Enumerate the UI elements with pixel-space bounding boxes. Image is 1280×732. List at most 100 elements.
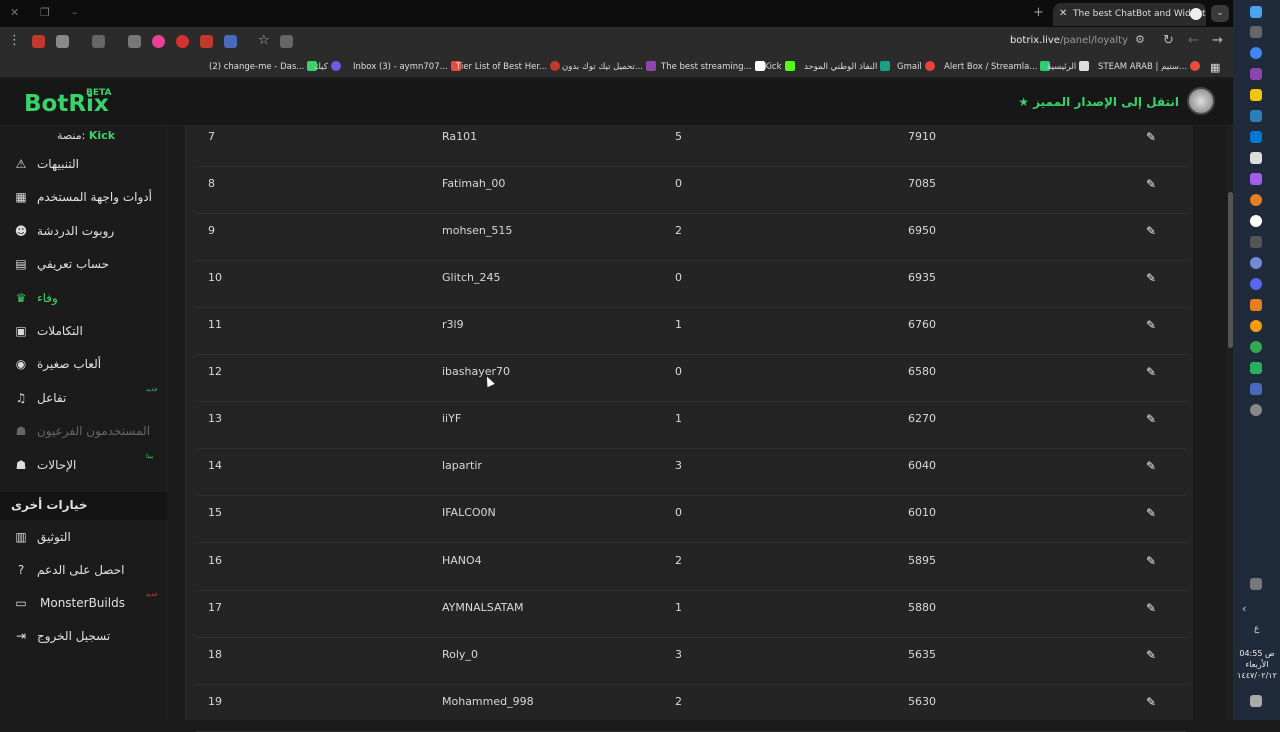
app-icon[interactable]	[1250, 299, 1262, 311]
edit-icon[interactable]: ✎	[1146, 695, 1156, 709]
app-icon[interactable]	[1250, 236, 1262, 248]
table-row: 8 Fatimah_00 0 7085 ✎	[196, 167, 1186, 214]
edit-icon[interactable]: ✎	[1146, 648, 1156, 662]
sidebar-item-minigames[interactable]: ◉ ألعاب صغيرة	[0, 350, 167, 380]
app-icon[interactable]	[1250, 404, 1262, 416]
chrome-icon[interactable]	[1250, 341, 1262, 353]
edit-icon[interactable]: ✎	[1146, 412, 1156, 426]
app-icon[interactable]	[1250, 320, 1262, 332]
bookmark-item[interactable]: (2) change-me - Das...	[209, 61, 318, 72]
extension-icon[interactable]	[176, 35, 189, 48]
back-icon[interactable]: →	[1212, 33, 1223, 48]
minimize-icon[interactable]: –	[72, 6, 78, 19]
reader-mode-icon[interactable]	[280, 35, 293, 48]
bookmark-item[interactable]: Tier List of Best Her...	[456, 61, 561, 72]
app-icon[interactable]	[1250, 68, 1262, 80]
app-header: BotRix BETA ★ انتقل إلى الإصدار المميز	[0, 79, 1233, 126]
extensions-puzzle-icon[interactable]	[128, 35, 141, 48]
sidebar-item-logout[interactable]: ⇥ تسجيل الخروج	[0, 622, 167, 652]
windows-start-icon[interactable]	[1250, 6, 1262, 18]
platform-indicator: منصة: Kick	[57, 129, 116, 142]
bookmark-star-icon[interactable]: ☆	[258, 33, 270, 48]
bookmark-item[interactable]: STEAM ARAB | ستيم...	[1098, 61, 1201, 72]
bookmark-item[interactable]: Kick	[764, 61, 795, 72]
url-field[interactable]: botrix.live/panel/loyalty	[1010, 35, 1128, 46]
system-clock[interactable]: 04:55 ص الأربعاء ١٤٤٧/٠٢/١٢	[1236, 648, 1278, 681]
sidebar-item-loyalty[interactable]: ♛ وفاء	[0, 284, 167, 314]
new-tab-button[interactable]: +	[1033, 5, 1044, 20]
site-settings-icon[interactable]: ⚙	[1135, 33, 1145, 46]
all-bookmarks-icon[interactable]: ▦	[1210, 61, 1220, 74]
extension-icon[interactable]	[152, 35, 165, 48]
table-row: 9 mohsen_515 2 6950 ✎	[196, 214, 1186, 261]
bookmark-item[interactable]: Inbox (3) - aymn707...	[353, 61, 461, 72]
bookmark-item[interactable]: Gmail	[897, 61, 935, 72]
sidebar-item-profile[interactable]: ▤ حساب تعريفي	[0, 250, 167, 280]
outlook-icon[interactable]	[1250, 131, 1262, 143]
reload-icon[interactable]: ↻	[1163, 33, 1174, 48]
bookmark-item[interactable]: Alert Box / Streamla...	[944, 61, 1051, 72]
edit-icon[interactable]: ✎	[1146, 318, 1156, 332]
edit-icon[interactable]: ✎	[1146, 177, 1156, 191]
edit-icon[interactable]: ✎	[1146, 554, 1156, 568]
steam-icon[interactable]	[1250, 383, 1262, 395]
sidebar-item-subusers[interactable]: ☗ المستخدمون الفرعيون	[0, 417, 167, 447]
user-avatar[interactable]	[1187, 87, 1215, 115]
edit-icon[interactable]: ✎	[1146, 130, 1156, 144]
sidebar-item-docs[interactable]: ▥ التوثيق	[0, 523, 167, 553]
discord-icon[interactable]	[1250, 257, 1262, 269]
sidebar-item-referrals[interactable]: ☗ الإحالات بيتا	[0, 451, 167, 481]
widgets-icon[interactable]	[1250, 578, 1262, 590]
edit-icon[interactable]: ✎	[1146, 459, 1156, 473]
extension-icon[interactable]	[56, 35, 69, 48]
app-icon[interactable]	[1250, 152, 1262, 164]
edit-icon[interactable]: ✎	[1146, 365, 1156, 379]
sidebar-item-interaction[interactable]: ♫ تفاعل جديد	[0, 384, 167, 414]
edit-icon[interactable]: ✎	[1146, 601, 1156, 615]
app-icon[interactable]	[1250, 194, 1262, 206]
sidebar-item-monsterbuilds[interactable]: ▭ MonsterBuilds جديد	[0, 589, 167, 619]
browser-tab[interactable]: ✕ The best ChatBot and Widgets	[1053, 3, 1206, 26]
app-icon[interactable]	[1250, 278, 1262, 290]
forward-icon[interactable]: ←	[1188, 33, 1199, 48]
extension-icon[interactable]	[32, 35, 45, 48]
bookmark-item[interactable]: الرئيسية	[1047, 61, 1090, 72]
close-tab-icon[interactable]: ✕	[1059, 8, 1067, 19]
bookmark-item[interactable]: النفاذ الوطني الموحد	[804, 61, 891, 72]
sidebar-item-alerts[interactable]: ⚠ التنبيهات	[0, 150, 167, 180]
extension-icon[interactable]	[92, 35, 105, 48]
edit-icon[interactable]: ✎	[1146, 224, 1156, 238]
premium-link-label: انتقل إلى الإصدار المميز	[1033, 95, 1179, 109]
translate-icon[interactable]	[224, 35, 237, 48]
task-view-icon[interactable]	[1250, 26, 1262, 38]
botrix-logo[interactable]: BotRix BETA	[24, 88, 111, 117]
chevron-left-icon[interactable]: ‹	[1242, 602, 1246, 615]
sidebar-item-widgets[interactable]: ▦ أدوات واجهة المستخدم	[0, 183, 167, 213]
logout-icon: ⇥	[15, 629, 27, 643]
app-icon[interactable]	[1250, 173, 1262, 185]
close-window-icon[interactable]: ✕	[10, 6, 19, 19]
bookmark-favicon-icon	[550, 61, 561, 71]
tab-search-button[interactable]: ⌄	[1211, 5, 1229, 22]
table-row: 7 Ra101 5 7910 ✎	[196, 120, 1186, 167]
chrome-icon[interactable]	[1250, 47, 1262, 59]
premium-link[interactable]: ★ انتقل إلى الإصدار المميز	[1018, 95, 1179, 109]
sidebar-item-support[interactable]: ? احصل على الدعم	[0, 556, 167, 586]
edit-icon[interactable]: ✎	[1146, 506, 1156, 520]
app-icon[interactable]	[1250, 215, 1262, 227]
extension-icon[interactable]	[200, 35, 213, 48]
edit-icon[interactable]: ✎	[1146, 271, 1156, 285]
app-icon[interactable]	[1250, 110, 1262, 122]
notification-icon[interactable]	[1250, 695, 1262, 707]
menu-icon[interactable]: ⋮	[8, 33, 21, 48]
app-icon[interactable]	[1250, 362, 1262, 374]
table-row: 15 IFALCO0N 0 6010 ✎	[196, 496, 1186, 543]
input-language-indicator[interactable]: ع	[1254, 624, 1259, 634]
sidebar-item-integrations[interactable]: ▣ التكاملات	[0, 317, 167, 347]
bookmark-item[interactable]: The best streaming...	[661, 61, 765, 72]
bookmark-item[interactable]: كيك	[314, 61, 341, 72]
sidebar-item-chatbot[interactable]: ☻ روبوت الدردشة	[0, 217, 167, 247]
bookmark-item[interactable]: تحميل تيك توك بدون...	[562, 61, 657, 72]
maximize-icon[interactable]: ❐	[40, 6, 50, 19]
file-explorer-icon[interactable]	[1250, 89, 1262, 101]
